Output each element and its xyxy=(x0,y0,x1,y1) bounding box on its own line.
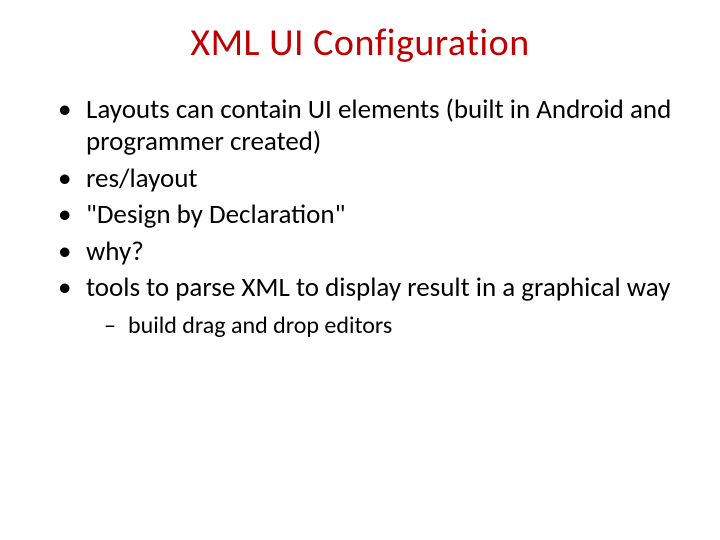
list-item: Layouts can contain UI elements (built i… xyxy=(58,94,680,159)
list-item: "Design by Declaration" xyxy=(58,199,680,231)
slide-title: XML UI Configuration xyxy=(40,20,680,66)
list-item-text: tools to parse XML to display result in … xyxy=(86,271,670,304)
list-item: res/layout xyxy=(58,163,680,195)
list-item: why? xyxy=(58,236,680,268)
sub-list-item: build drag and drop editors xyxy=(104,310,680,341)
list-item: tools to parse XML to display result in … xyxy=(58,272,680,342)
sub-bullet-list: build drag and drop editors xyxy=(86,310,680,341)
bullet-list: Layouts can contain UI elements (built i… xyxy=(40,94,680,342)
